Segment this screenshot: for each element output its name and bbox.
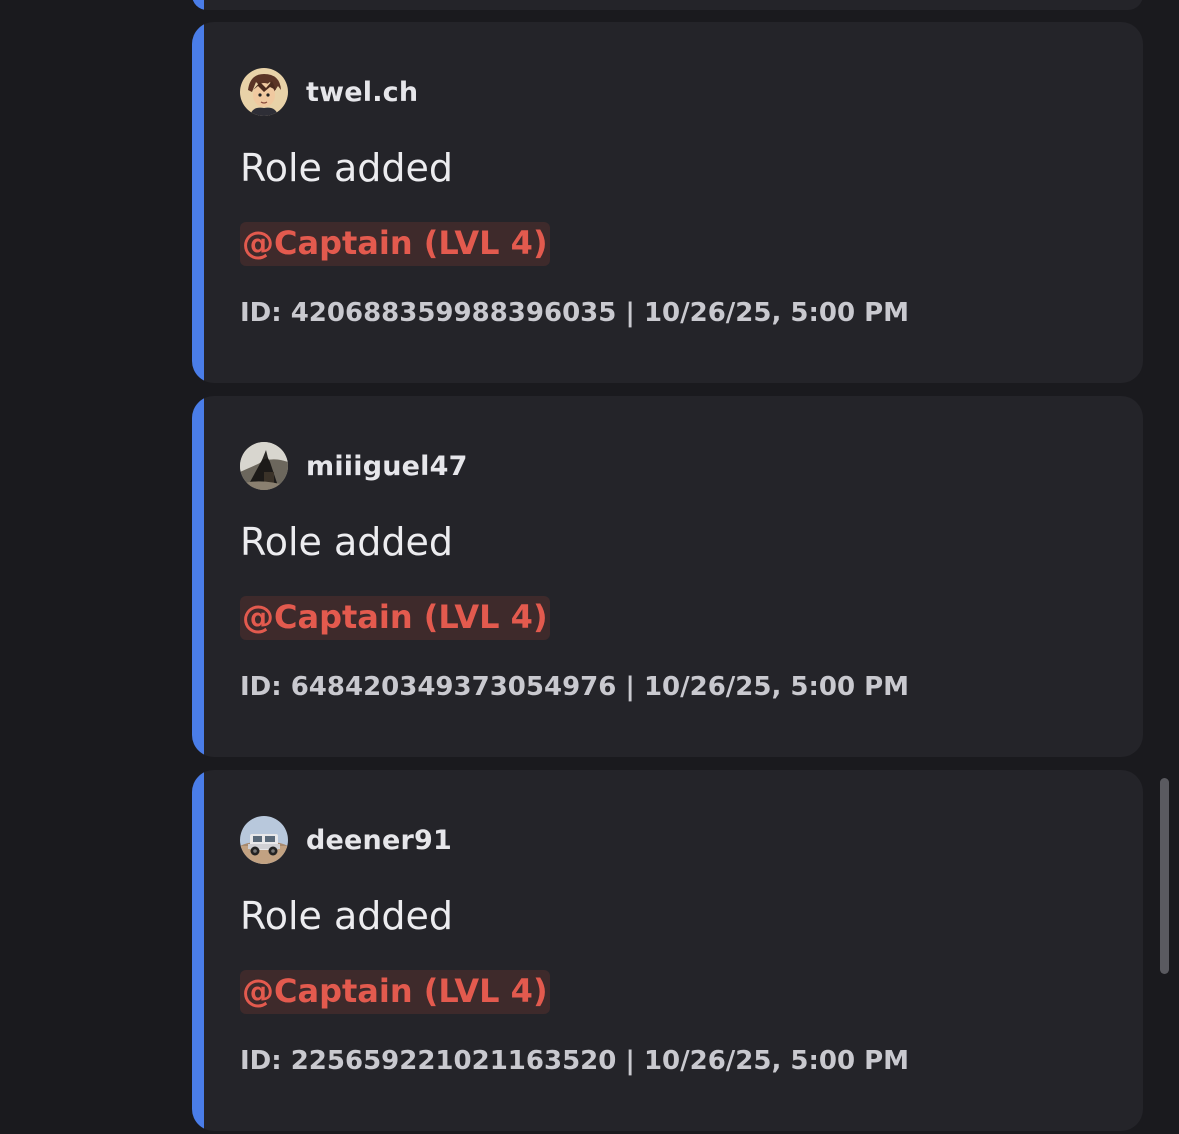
role-mention[interactable]: @Captain (LVL 4) <box>240 596 550 640</box>
avatar[interactable] <box>240 816 288 864</box>
embed-card: twel.ch Role added @Captain (LVL 4) ID: … <box>192 22 1143 383</box>
avatar[interactable] <box>240 442 288 490</box>
anime-character-avatar-icon <box>240 68 288 116</box>
jeep-photo-avatar-icon <box>240 816 288 864</box>
embed-card-partial <box>192 0 1143 10</box>
embed-footer: ID: 225659221021163520 | 10/26/25, 5:00 … <box>240 1046 910 1076</box>
embed-title: Role added <box>240 146 453 190</box>
role-mention[interactable]: @Captain (LVL 4) <box>240 970 550 1014</box>
embed-card: deener91 Role added @Captain (LVL 4) ID:… <box>192 770 1143 1131</box>
embed-accent-bar <box>192 396 204 757</box>
dark-photo-avatar-icon <box>240 442 288 490</box>
embed-accent-bar <box>192 770 204 1131</box>
embed-author[interactable]: twel.ch <box>240 68 418 116</box>
embed-accent-bar <box>192 22 204 383</box>
embed-title: Role added <box>240 520 453 564</box>
role-mention[interactable]: @Captain (LVL 4) <box>240 222 550 266</box>
embed-accent-bar <box>192 0 204 10</box>
embed-footer: ID: 648420349373054976 | 10/26/25, 5:00 … <box>240 672 910 702</box>
embed-title: Role added <box>240 894 453 938</box>
embed-author[interactable]: miiiguel47 <box>240 442 468 490</box>
scrollbar-thumb[interactable] <box>1160 778 1169 974</box>
embed-author[interactable]: deener91 <box>240 816 452 864</box>
author-name[interactable]: miiiguel47 <box>306 451 468 482</box>
embed-footer: ID: 420688359988396035 | 10/26/25, 5:00 … <box>240 298 910 328</box>
author-name[interactable]: deener91 <box>306 825 452 856</box>
embed-card: miiiguel47 Role added @Captain (LVL 4) I… <box>192 396 1143 757</box>
author-name[interactable]: twel.ch <box>306 77 418 108</box>
message-list: twel.ch Role added @Captain (LVL 4) ID: … <box>0 0 1179 1134</box>
avatar[interactable] <box>240 68 288 116</box>
